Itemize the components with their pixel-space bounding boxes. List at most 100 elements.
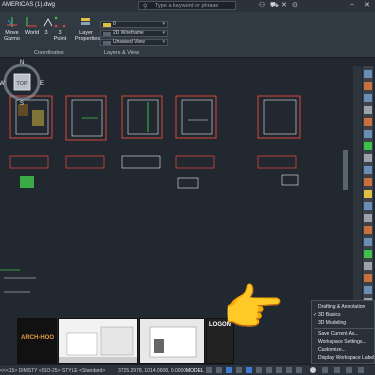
polar-icon[interactable] (236, 367, 242, 373)
check-icon: ✓ (313, 312, 318, 318)
help-icon[interactable]: ⊙ (292, 1, 298, 9)
ucs-3-label: 3 (44, 30, 48, 36)
selection-cycling-icon[interactable] (286, 367, 292, 373)
ucs-3-button[interactable]: 3 (41, 16, 53, 36)
palette-icon[interactable] (364, 70, 372, 78)
workspace-menu: Drafting & Annotation ✓ 3D Basics 3D Mod… (311, 300, 375, 364)
move-gizmo-button[interactable]: Move Gizmo (3, 16, 21, 42)
menu-separator (314, 328, 374, 329)
menu-item-3d-basics[interactable]: 3D Basics (318, 312, 341, 318)
command-line[interactable]: <<<15> DIMSTY <ISO-25> STYLE <Standard> (0, 368, 105, 374)
palette-icon[interactable] (364, 154, 372, 162)
building-render-2 (140, 319, 204, 363)
layer-combo[interactable]: 0 ▾ (100, 21, 168, 28)
palette-icon[interactable] (364, 274, 372, 282)
user-icon[interactable]: ⚇ (259, 1, 265, 9)
visual-style-combo[interactable]: 2D Wireframe ▾ (100, 30, 168, 37)
palette-icon[interactable] (364, 178, 372, 186)
cart-icon[interactable]: ⛟ (270, 1, 279, 10)
world-icon (26, 17, 37, 27)
lineweight-icon[interactable] (266, 367, 272, 373)
customization-icon[interactable] (358, 367, 364, 373)
otrack-icon[interactable] (256, 367, 262, 373)
minimize-icon[interactable]: – (350, 1, 354, 8)
viewcube-e: E (40, 81, 44, 87)
chevron-down-icon: ▾ (162, 30, 165, 36)
menu-item-customize[interactable]: Customize... (318, 347, 346, 353)
palette-icon[interactable] (364, 226, 372, 234)
view-combo-value: Unsaved View (113, 39, 145, 45)
viewcube[interactable]: TOP N S E W (0, 58, 44, 106)
model-tab[interactable]: MODEL (186, 368, 204, 374)
world-button[interactable]: World (24, 16, 40, 36)
viewcube-n: N (20, 60, 24, 66)
ortho-icon[interactable] (226, 367, 232, 373)
layer-swatch (103, 23, 111, 27)
viewcube-w: W (0, 81, 5, 87)
viewcube-s: S (20, 101, 24, 106)
menu-item-display-label[interactable]: Display Workspace Label (318, 355, 374, 361)
search-icon: ⚲ (143, 4, 148, 10)
isolate-icon[interactable] (322, 367, 328, 373)
status-bar: <<<15> DIMSTY <ISO-25> STYLE <Standard> … (0, 364, 375, 375)
move-gizmo-label: Move Gizmo (4, 30, 20, 42)
grid-icon[interactable] (206, 367, 212, 373)
menu-item-3d-modeling[interactable]: 3D Modeling (318, 320, 346, 326)
annotations (0, 269, 36, 293)
coordinates-readout: 3725.2978, 1014.0608, 0.0000 (118, 368, 187, 374)
floor-plan-4 (175, 95, 217, 139)
panel-layers-view: Layers & View (104, 50, 140, 56)
palette-icon[interactable] (364, 130, 372, 138)
palette-icon[interactable] (364, 262, 372, 270)
document-title: AMERICAS (1).dwg (2, 2, 56, 8)
close-icon[interactable]: ✕ (364, 1, 370, 9)
render-thumbnail-1[interactable] (58, 318, 138, 364)
logo-text: ARCH-HOO (21, 335, 54, 341)
search-box[interactable]: ⚲ Type a keyword or phrase (138, 1, 236, 10)
three-point-label: 3 Point (53, 30, 67, 42)
palette-icon[interactable] (364, 118, 372, 126)
menu-item-save-current[interactable]: Save Current As... (318, 331, 359, 337)
visual-style-value: 2D Wireframe (113, 30, 144, 36)
view-combo[interactable]: Unsaved View ▾ (100, 39, 168, 46)
palette-icon[interactable] (364, 166, 372, 174)
three-point-button[interactable]: 3 Point (53, 16, 67, 42)
palette-icon[interactable] (364, 106, 372, 114)
palette-icon[interactable] (364, 286, 372, 294)
palette-icon[interactable] (364, 94, 372, 102)
clean-screen-icon[interactable] (346, 367, 352, 373)
exchange-icon[interactable]: ✕ (281, 1, 287, 9)
osnap-icon[interactable] (246, 367, 252, 373)
hardware-accel-icon[interactable] (334, 367, 340, 373)
floor-plan-2 (65, 95, 107, 141)
chevron-down-icon: ▾ (162, 21, 165, 27)
search-placeholder[interactable]: Type a keyword or phrase (155, 3, 218, 9)
three-point-icon (54, 16, 66, 28)
move-gizmo-icon (7, 17, 17, 27)
elevations (9, 155, 299, 189)
building-render-1 (59, 319, 137, 363)
scrollbar-thumb[interactable] (343, 150, 348, 190)
ribbon: Move Gizmo World 3 3 Point Layer Propertie… (0, 12, 375, 58)
palette-icon[interactable] (364, 202, 372, 210)
transparency-icon[interactable] (276, 367, 282, 373)
annotation-icon[interactable] (296, 367, 302, 373)
layer-combo-value: 0 (113, 21, 116, 27)
view-swatch (103, 41, 111, 45)
palette-icon[interactable] (364, 142, 372, 150)
menu-item-drafting[interactable]: Drafting & Annotation (318, 304, 365, 310)
logo-thumbnail[interactable]: ARCH-HOO (17, 318, 57, 364)
palette-icon[interactable] (364, 214, 372, 222)
render-thumbnail-2[interactable] (139, 318, 205, 364)
title-bar: AMERICAS (1).dwg ⚲ Type a keyword or phr… (0, 0, 375, 12)
palette-icon[interactable] (364, 238, 372, 246)
pointing-hand-icon: 👉 (222, 280, 285, 336)
palette-icon[interactable] (364, 250, 372, 258)
viewcube-top-label: TOP (16, 81, 28, 87)
layer-properties-button[interactable]: Layer Properties (75, 16, 100, 42)
snap-icon[interactable] (216, 367, 222, 373)
palette-icon[interactable] (364, 82, 372, 90)
palette-icon[interactable] (364, 190, 372, 198)
menu-item-workspace-settings[interactable]: Workspace Settings... (318, 339, 367, 345)
workspace-switch-icon[interactable] (310, 367, 316, 373)
